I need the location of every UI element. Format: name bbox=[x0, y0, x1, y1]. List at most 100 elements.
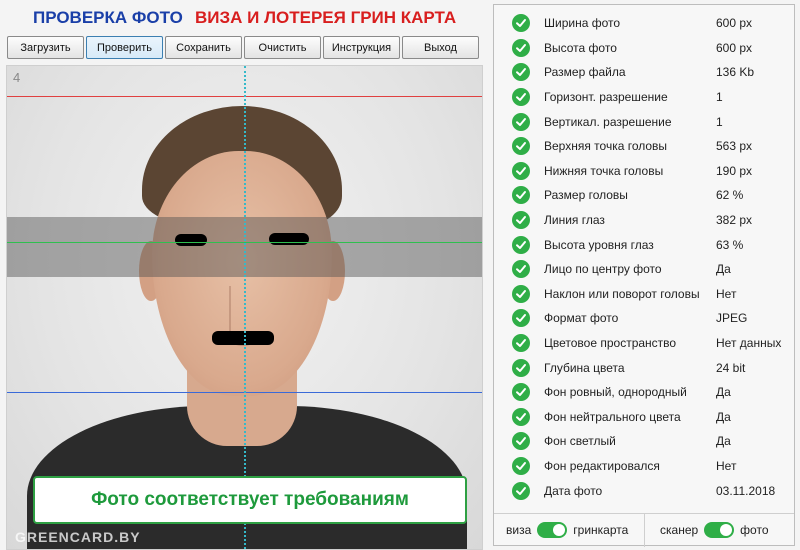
check-value: 600 px bbox=[716, 40, 753, 55]
check-value: 1 bbox=[716, 90, 723, 105]
mode-right-label: гринкарта bbox=[573, 523, 629, 537]
checks-list: Ширина фото 600 px Высота фото 600 px Размер… bbox=[494, 11, 794, 503]
mouth-censor bbox=[212, 331, 274, 345]
mode-toggle-group: виза гринкарта bbox=[506, 520, 628, 540]
check-row: Формат фото JPEG bbox=[494, 306, 794, 331]
check-row: Верхняя точка головы 563 px bbox=[494, 134, 794, 159]
check-row: Фон нейтрального цвета Да bbox=[494, 405, 794, 430]
check-icon bbox=[512, 235, 530, 254]
check-value: Да bbox=[716, 262, 731, 277]
check-value: 136 Kb bbox=[716, 65, 755, 80]
app-subtitle: ВИЗА И ЛОТЕРЕЯ ГРИН КАРТА bbox=[195, 8, 457, 27]
check-label: Формат фото bbox=[544, 311, 619, 326]
eye-censor-left bbox=[175, 234, 207, 246]
check-row: Лицо по центру фото Да bbox=[494, 257, 794, 282]
eye-censor-right bbox=[269, 233, 309, 245]
check-row: Дата фото 03.11.2018 bbox=[494, 478, 794, 503]
check-row: Горизонт. разрешение 1 bbox=[494, 85, 794, 110]
check-row: Цветовое пространство Нет данных bbox=[494, 331, 794, 356]
mode-left-label: виза bbox=[506, 523, 532, 537]
check-row: Фон редактировался Нет bbox=[494, 454, 794, 479]
check-label: Наклон или поворот головы bbox=[544, 286, 700, 301]
check-icon bbox=[512, 161, 530, 180]
check-label: Горизонт. разрешение bbox=[544, 90, 668, 105]
check-label: Вертикал. разрешение bbox=[544, 114, 672, 129]
check-label: Высота фото bbox=[544, 40, 617, 55]
check-value: 63 % bbox=[716, 237, 744, 252]
check-label: Размер головы bbox=[544, 188, 628, 203]
check-label: Лицо по центру фото bbox=[544, 262, 662, 277]
check-row: Ширина фото 600 px bbox=[494, 11, 794, 36]
check-icon bbox=[512, 358, 530, 377]
clear-button[interactable]: Очистить bbox=[244, 36, 321, 59]
check-row: Вертикал. разрешение 1 bbox=[494, 109, 794, 134]
check-value: Да bbox=[716, 409, 731, 424]
watermark: GREENCARD.BY bbox=[15, 529, 141, 545]
check-icon bbox=[512, 186, 530, 205]
check-row: Размер файла 136 Kb bbox=[494, 60, 794, 85]
check-icon bbox=[512, 432, 530, 451]
check-icon bbox=[512, 63, 530, 82]
check-label: Нижняя точка головы bbox=[544, 163, 664, 178]
check-row: Высота уровня глаз 63 % bbox=[494, 232, 794, 257]
check-label: Глубина цвета bbox=[544, 360, 625, 375]
check-value: 600 px bbox=[716, 16, 753, 31]
check-value: 03.11.2018 bbox=[716, 483, 776, 498]
check-row: Высота фото 600 px bbox=[494, 36, 794, 61]
load-button[interactable]: Загрузить bbox=[7, 36, 84, 59]
check-icon bbox=[512, 309, 530, 328]
check-value: Да bbox=[716, 385, 731, 400]
check-icon bbox=[512, 407, 530, 426]
check-value: 62 % bbox=[716, 188, 744, 203]
check-value: Нет bbox=[716, 458, 737, 473]
check-icon bbox=[512, 383, 530, 402]
check-row: Нижняя точка головы 190 px bbox=[494, 159, 794, 184]
check-label: Фон ровный, однородный bbox=[544, 385, 687, 400]
check-value: Нет данных bbox=[716, 336, 782, 351]
result-banner: Фото соответствует требованиям bbox=[33, 476, 467, 524]
check-label: Фон редактировался bbox=[544, 458, 660, 473]
check-icon bbox=[512, 14, 530, 33]
check-button[interactable]: Проверить bbox=[86, 36, 163, 59]
check-label: Линия глаз bbox=[544, 213, 605, 228]
panel-vertical-divider bbox=[644, 513, 645, 547]
check-label: Фон светлый bbox=[544, 434, 616, 449]
exit-button[interactable]: Выход bbox=[402, 36, 479, 59]
check-label: Верхняя точка головы bbox=[544, 139, 668, 154]
check-label: Фон нейтрального цвета bbox=[544, 409, 681, 424]
check-value: Нет bbox=[716, 286, 737, 301]
frame-number: 4 bbox=[13, 70, 21, 85]
check-icon bbox=[512, 38, 530, 57]
save-button[interactable]: Сохранить bbox=[165, 36, 242, 59]
photo-preview[interactable]: 4 Фото соответствует требованиям GREENCA… bbox=[6, 65, 483, 550]
check-row: Линия глаз 382 px bbox=[494, 208, 794, 233]
check-icon bbox=[512, 284, 530, 303]
check-value: 24 bit bbox=[716, 360, 746, 375]
check-value: 190 px bbox=[716, 163, 753, 178]
check-icon bbox=[512, 88, 530, 107]
check-label: Ширина фото bbox=[544, 16, 621, 31]
check-label: Высота уровня глаз bbox=[544, 237, 654, 252]
check-icon bbox=[512, 334, 530, 353]
toolbar: Загрузить Проверить Сохранить Очистить И… bbox=[7, 36, 479, 59]
check-value: 563 px bbox=[716, 139, 753, 154]
source-toggle[interactable] bbox=[704, 522, 735, 538]
check-row: Фон ровный, однородный Да bbox=[494, 380, 794, 405]
check-icon bbox=[512, 211, 530, 230]
check-row: Фон светлый Да bbox=[494, 429, 794, 454]
check-icon bbox=[512, 260, 530, 279]
check-value: Да bbox=[716, 434, 731, 449]
source-right-label: фото bbox=[740, 523, 769, 537]
mode-toggle[interactable] bbox=[537, 522, 568, 538]
check-row: Размер головы 62 % bbox=[494, 183, 794, 208]
check-row: Глубина цвета 24 bit bbox=[494, 355, 794, 380]
instructions-button[interactable]: Инструкция bbox=[323, 36, 400, 59]
check-icon bbox=[512, 137, 530, 156]
check-value: 1 bbox=[716, 114, 723, 129]
check-icon bbox=[512, 112, 530, 131]
source-toggle-group: сканер фото bbox=[660, 520, 769, 540]
check-value: JPEG bbox=[716, 311, 748, 326]
check-label: Цветовое пространство bbox=[544, 336, 677, 351]
check-value: 382 px bbox=[716, 213, 753, 228]
check-row: Наклон или поворот головы Нет bbox=[494, 282, 794, 307]
